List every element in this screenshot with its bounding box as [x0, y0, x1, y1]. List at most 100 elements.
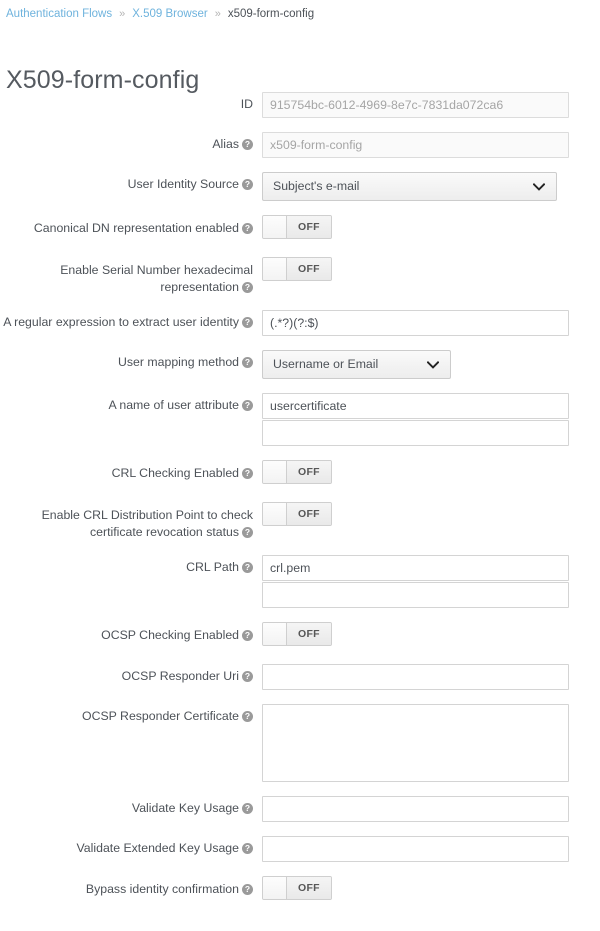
label-text: Validate Extended Key Usage — [76, 841, 239, 855]
label-ocsp-checking-enabled: OCSP Checking Enabled? — [0, 622, 262, 644]
control-validate-key-usage — [262, 796, 600, 822]
label-ocsp-responder-uri: OCSP Responder Uri? — [0, 664, 262, 685]
toggle-state-label: OFF — [287, 461, 331, 483]
label-text: OCSP Responder Uri — [121, 669, 239, 683]
control-crl-path — [262, 555, 600, 608]
breadcrumb: Authentication Flows » X.509 Browser » x509-… — [6, 6, 314, 22]
label-text: CRL Checking Enabled — [111, 466, 239, 480]
label-ocsp-responder-certificate: OCSP Responder Certificate? — [0, 704, 262, 725]
toggle-handle — [263, 461, 287, 483]
control-regular-expression-to-extract-user-identity — [262, 310, 600, 336]
form-row-crl-checking-enabled: CRL Checking Enabled? OFF — [0, 460, 600, 488]
toggle-canonical-dn-representation-enabled[interactable]: OFF — [262, 215, 332, 239]
label-user-identity-source: User Identity Source? — [0, 172, 262, 193]
label-text: Enable CRL Distribution Point to check c… — [41, 508, 253, 539]
help-icon[interactable]: ? — [242, 843, 253, 854]
input-regular-expression-to-extract-user-identity[interactable] — [262, 310, 569, 336]
input-id — [262, 92, 569, 118]
label-canonical-dn-representation-enabled: Canonical DN representation enabled? — [0, 215, 262, 237]
control-ocsp-responder-certificate — [262, 704, 600, 782]
help-icon[interactable]: ? — [242, 400, 253, 411]
label-text: Alias — [212, 137, 239, 151]
help-icon[interactable]: ? — [242, 562, 253, 573]
input-name-of-user-attribute-secondary[interactable] — [262, 420, 569, 446]
toggle-enable-crl-distribution-point[interactable]: OFF — [262, 502, 332, 526]
control-ocsp-checking-enabled: OFF — [262, 622, 600, 650]
form-row-user-identity-source: User Identity Source? Subject's e-mail — [0, 172, 600, 201]
label-name-of-user-attribute: A name of user attribute? — [0, 393, 262, 414]
label-text: Enable Serial Number hexadecimal represe… — [60, 263, 253, 294]
help-icon[interactable]: ? — [242, 527, 253, 538]
control-ocsp-responder-uri — [262, 664, 600, 690]
toggle-state-label: OFF — [287, 877, 331, 899]
label-validate-extended-key-usage: Validate Extended Key Usage? — [0, 836, 262, 857]
label-text: A regular expression to extract user ide… — [3, 315, 239, 329]
label-text: OCSP Responder Certificate — [82, 709, 239, 723]
label-id: ID — [0, 92, 262, 113]
form-row-ocsp-checking-enabled: OCSP Checking Enabled? OFF — [0, 622, 600, 650]
help-icon[interactable]: ? — [242, 317, 253, 328]
toggle-enable-serial-number-hexadecimal-representation[interactable]: OFF — [262, 257, 332, 281]
breadcrumb-separator: » — [214, 8, 221, 20]
help-icon[interactable]: ? — [242, 630, 253, 641]
toggle-ocsp-checking-enabled[interactable]: OFF — [262, 622, 332, 646]
breadcrumb-item-2[interactable]: X.509 Browser — [132, 8, 207, 20]
label-alias: Alias? — [0, 132, 262, 153]
select-value: Username or Email — [273, 357, 379, 371]
select-user-mapping-method[interactable]: Username or Email — [262, 350, 451, 379]
control-enable-crl-distribution-point: OFF — [262, 502, 600, 530]
toggle-handle — [263, 623, 287, 645]
input-crl-path-secondary[interactable] — [262, 582, 569, 608]
help-icon[interactable]: ? — [242, 803, 253, 814]
label-crl-checking-enabled: CRL Checking Enabled? — [0, 460, 262, 482]
breadcrumb-item-1[interactable]: Authentication Flows — [6, 8, 112, 20]
help-icon[interactable]: ? — [242, 282, 253, 293]
control-user-identity-source: Subject's e-mail — [262, 172, 600, 201]
input-validate-extended-key-usage[interactable] — [262, 836, 569, 862]
form-row-bypass-identity-confirmation: Bypass identity confirmation? OFF — [0, 876, 600, 904]
textarea-ocsp-responder-certificate[interactable] — [262, 704, 569, 782]
label-regular-expression-to-extract-user-identity: A regular expression to extract user ide… — [0, 310, 262, 331]
form-row-alias: Alias? — [0, 132, 600, 158]
toggle-state-label: OFF — [287, 258, 331, 280]
label-text: Bypass identity confirmation — [85, 882, 239, 896]
toggle-state-label: OFF — [287, 623, 331, 645]
help-icon[interactable]: ? — [242, 468, 253, 479]
help-icon[interactable]: ? — [242, 139, 253, 150]
toggle-state-label: OFF — [287, 216, 331, 238]
form-row-canonical-dn-representation-enabled: Canonical DN representation enabled? OFF — [0, 215, 600, 243]
input-ocsp-responder-uri[interactable] — [262, 664, 569, 690]
help-icon[interactable]: ? — [242, 711, 253, 722]
help-icon[interactable]: ? — [242, 357, 253, 368]
form-row-validate-extended-key-usage: Validate Extended Key Usage? — [0, 836, 600, 862]
select-user-identity-source[interactable]: Subject's e-mail — [262, 172, 557, 201]
toggle-crl-checking-enabled[interactable]: OFF — [262, 460, 332, 484]
help-icon[interactable]: ? — [242, 671, 253, 682]
form-row-name-of-user-attribute: A name of user attribute? — [0, 393, 600, 446]
toggle-handle — [263, 258, 287, 280]
input-alias — [262, 132, 569, 158]
input-crl-path[interactable] — [262, 555, 569, 581]
label-enable-crl-distribution-point: Enable CRL Distribution Point to check c… — [0, 502, 262, 541]
form-row-user-mapping-method: User mapping method? Username or Email — [0, 350, 600, 379]
control-bypass-identity-confirmation: OFF — [262, 876, 600, 904]
input-name-of-user-attribute[interactable] — [262, 393, 569, 419]
page-title: X509-form-config — [6, 65, 200, 94]
help-icon[interactable]: ? — [242, 179, 253, 190]
page-root: Authentication Flows » X.509 Browser » x509-… — [0, 0, 600, 931]
chevron-down-icon — [533, 173, 545, 200]
label-enable-serial-number-hexadecimal-representation: Enable Serial Number hexadecimal represe… — [0, 257, 262, 296]
help-icon[interactable]: ? — [242, 223, 253, 234]
label-text: A name of user attribute — [108, 398, 239, 412]
toggle-state-label: OFF — [287, 503, 331, 525]
control-canonical-dn-representation-enabled: OFF — [262, 215, 600, 243]
label-crl-path: CRL Path? — [0, 555, 262, 576]
control-user-mapping-method: Username or Email — [262, 350, 600, 379]
control-id — [262, 92, 600, 118]
chevron-down-icon — [427, 351, 439, 378]
label-text: Canonical DN representation enabled — [33, 221, 239, 235]
help-icon[interactable]: ? — [242, 884, 253, 895]
label-user-mapping-method: User mapping method? — [0, 350, 262, 371]
input-validate-key-usage[interactable] — [262, 796, 569, 822]
toggle-bypass-identity-confirmation[interactable]: OFF — [262, 876, 332, 900]
